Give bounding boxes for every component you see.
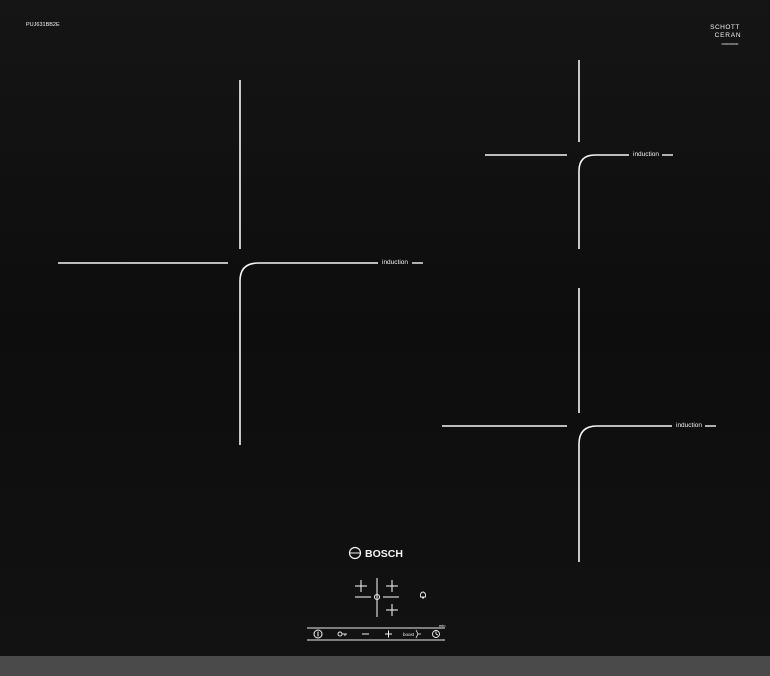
- model-number: PUJ631BB2E: [26, 22, 60, 28]
- front-edge: [0, 656, 770, 676]
- induction-hob-photo: PUJ631BB2E SCHOTT CERAN 0000000000 induc…: [0, 0, 770, 676]
- boost-label: boost: [403, 632, 415, 637]
- ceran-label: CERAN: [715, 32, 742, 39]
- zone-bottom-right-label: induction: [676, 422, 702, 429]
- min-label: min: [439, 623, 445, 628]
- schott-label: SCHOTT: [710, 24, 740, 31]
- zone-left-label: induction: [382, 259, 408, 266]
- bosch-wordmark: BOSCH: [365, 548, 403, 560]
- zone-top-right-label: induction: [633, 151, 659, 158]
- ceran-subtext: 0000000000: [722, 42, 739, 46]
